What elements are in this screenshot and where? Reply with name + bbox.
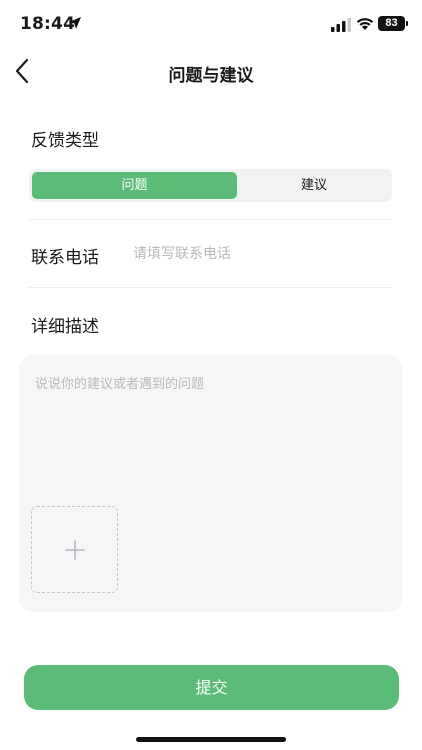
status-time: 18:44 (20, 14, 76, 34)
segment-option-suggestion[interactable]: 建议 (239, 172, 389, 199)
status-bar: 18:44 83 (0, 0, 422, 50)
signal-icon (331, 18, 351, 32)
battery-tip (406, 21, 408, 26)
description-textarea[interactable] (35, 373, 385, 493)
segment-option-problem[interactable]: 问题 (32, 172, 237, 199)
plus-icon (65, 540, 85, 560)
divider (29, 219, 392, 220)
contact-phone-label: 联系电话 (31, 248, 99, 268)
battery-level: 83 (385, 17, 398, 29)
home-indicator (136, 737, 286, 742)
upload-image-button[interactable] (31, 506, 118, 593)
divider (29, 287, 392, 288)
description-box (19, 355, 402, 612)
contact-phone-input[interactable] (133, 242, 383, 266)
nav-bar: 问题与建议 (0, 52, 422, 92)
page-title: 问题与建议 (168, 66, 254, 86)
location-arrow-icon (69, 17, 81, 29)
feedback-type-segmented-control: 问题 建议 (29, 169, 392, 202)
wifi-icon (356, 18, 374, 30)
battery-icon: 83 (378, 16, 405, 31)
submit-button[interactable]: 提交 (24, 665, 399, 710)
feedback-type-label: 反馈类型 (31, 131, 99, 151)
description-label: 详细描述 (31, 317, 99, 337)
